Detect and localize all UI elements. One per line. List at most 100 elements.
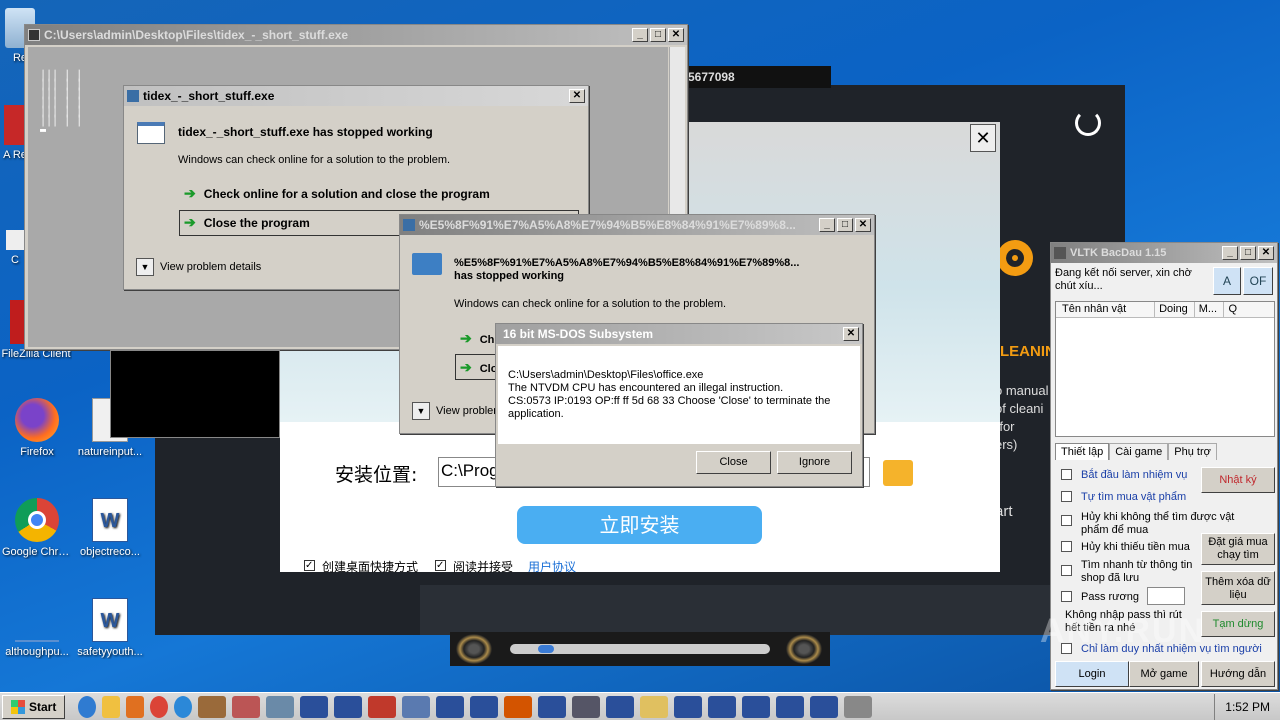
folder-icon[interactable] xyxy=(883,460,913,486)
maximize-button[interactable]: □ xyxy=(837,218,853,232)
app-icon[interactable] xyxy=(470,695,499,718)
maximize-button[interactable]: □ xyxy=(650,28,666,42)
dialog-titlebar[interactable]: %E5%8F%91%E7%A5%A8%E7%94%B5%E8%84%91%E7%… xyxy=(400,215,874,235)
app-icon[interactable] xyxy=(334,695,363,718)
dialog-title: 16 bit MS-DOS Subsystem xyxy=(503,327,654,341)
green-arrow-icon: ➔ xyxy=(460,359,472,375)
option-label: Check online for a solution and close th… xyxy=(203,187,490,201)
ie-icon[interactable] xyxy=(78,695,97,718)
maximize-button[interactable]: □ xyxy=(1240,246,1256,260)
close-button[interactable]: ✕ xyxy=(569,89,585,103)
app-icon xyxy=(6,230,24,250)
minimize-button[interactable]: _ xyxy=(1222,246,1238,260)
column-header[interactable]: Doing xyxy=(1155,302,1195,317)
install-now-button[interactable]: 立即安装 xyxy=(517,506,762,544)
watermark: ANY.RUN xyxy=(1040,612,1206,650)
app-icon[interactable] xyxy=(674,695,703,718)
desktop-icon-label: Google Chrome xyxy=(2,546,72,558)
tab-phu-tro[interactable]: Phụ trợ xyxy=(1168,443,1217,460)
app-icon[interactable] xyxy=(300,695,329,718)
app-icon[interactable] xyxy=(436,695,465,718)
vltk-titlebar[interactable]: VLTK BacDau 1.15 _ □ ✕ xyxy=(1051,243,1277,263)
app-icon xyxy=(4,105,26,145)
close-button[interactable]: Close xyxy=(696,451,771,474)
desktop-shortcut-checkbox[interactable]: ✓ xyxy=(304,560,315,571)
dat-gia-button[interactable]: Đặt giá mua chạy tìm xyxy=(1201,533,1275,565)
app-icon[interactable] xyxy=(266,695,295,718)
opt-checkbox[interactable] xyxy=(1061,515,1072,526)
console-titlebar[interactable]: C:\Users\admin\Desktop\Files\tidex_-_sho… xyxy=(25,25,687,45)
of-button[interactable]: OF xyxy=(1243,267,1273,295)
app-icon[interactable] xyxy=(776,695,805,718)
clock[interactable]: 1:52 PM xyxy=(1225,700,1270,714)
view-details-toggle[interactable]: ▼ View problem xyxy=(412,402,502,420)
seek-handle[interactable] xyxy=(538,645,554,653)
agreement-link[interactable]: 用户协议 xyxy=(528,558,576,575)
close-button[interactable]: ✕ xyxy=(855,218,871,232)
app-icon xyxy=(403,219,415,231)
a-button[interactable]: A xyxy=(1213,267,1241,295)
opt-checkbox[interactable] xyxy=(1061,469,1072,480)
app-icon[interactable] xyxy=(402,695,431,718)
minimize-button[interactable]: _ xyxy=(819,218,835,232)
view-details-toggle[interactable]: ▼ View problem details xyxy=(136,258,261,276)
ignore-button[interactable]: Ignore xyxy=(777,451,852,474)
them-xoa-button[interactable]: Thêm xóa dữ liệu xyxy=(1201,571,1275,605)
tab-cai-game[interactable]: Cài game xyxy=(1109,443,1169,460)
huong-dan-button[interactable]: Hướng dẫn xyxy=(1201,661,1275,687)
opt-checkbox[interactable] xyxy=(1061,591,1072,602)
cleaner-text-1: o manual xyxy=(995,383,1049,398)
opt-checkbox[interactable] xyxy=(1061,491,1072,502)
app-icon[interactable] xyxy=(504,695,533,718)
check-online-option[interactable]: ➔ Check online for a solution and close t… xyxy=(184,185,490,202)
check-online-option[interactable]: ➔ Ch xyxy=(460,330,494,347)
tam-dung-button[interactable]: Tạm dừng xyxy=(1201,611,1275,637)
column-header[interactable]: Tên nhân vật xyxy=(1056,302,1156,317)
app-icon[interactable] xyxy=(844,695,873,718)
desktop-icon-safetyyouth[interactable]: W safetyyouth... xyxy=(75,598,145,659)
desktop-icon-chrome[interactable]: Google Chrome xyxy=(2,498,72,559)
close-button[interactable]: ✕ xyxy=(843,327,859,341)
desktop-icon-althoughpu[interactable]: althoughpu... xyxy=(2,598,72,659)
close-button[interactable]: ✕ xyxy=(1258,246,1274,260)
close-button[interactable]: ✕ xyxy=(668,28,684,42)
app-icon[interactable] xyxy=(368,695,397,718)
desktop-icon-firefox[interactable]: Firefox xyxy=(2,398,72,459)
app-icon[interactable] xyxy=(606,695,635,718)
chevron-down-icon: ▼ xyxy=(136,258,154,276)
seek-bar[interactable] xyxy=(510,644,770,654)
dialog-titlebar[interactable]: tidex_-_short_stuff.exe ✕ xyxy=(124,86,588,106)
accept-checkbox[interactable]: ✓ xyxy=(435,560,446,571)
tab-thiet-lap[interactable]: Thiết lập xyxy=(1055,443,1110,460)
app-icon[interactable] xyxy=(640,695,669,718)
minimize-button[interactable]: _ xyxy=(632,28,648,42)
app-icon[interactable] xyxy=(708,695,737,718)
nhat-ky-button[interactable]: Nhật ký xyxy=(1201,467,1275,493)
dos-line3: CS:0573 IP:0193 OP:ff ff 5d 68 33 Choose… xyxy=(508,395,831,407)
dialog-titlebar[interactable]: 16 bit MS-DOS Subsystem ✕ xyxy=(496,324,862,344)
app-icon[interactable] xyxy=(810,695,839,718)
installer-close-button[interactable]: ✕ xyxy=(970,124,996,152)
app-icon[interactable] xyxy=(232,695,261,718)
app-icon[interactable] xyxy=(572,695,601,718)
column-header[interactable]: M... xyxy=(1195,302,1225,317)
media-icon[interactable] xyxy=(126,695,145,718)
app-icon[interactable] xyxy=(198,695,227,718)
system-tray: 1:52 PM xyxy=(1214,694,1280,720)
app-icon[interactable] xyxy=(742,695,771,718)
power-icon[interactable] xyxy=(1075,110,1101,136)
login-button[interactable]: Login xyxy=(1055,661,1129,687)
edge-icon[interactable] xyxy=(174,695,193,718)
app-icon[interactable] xyxy=(538,695,567,718)
windows-logo-icon xyxy=(11,699,25,714)
opt-checkbox[interactable] xyxy=(1061,565,1072,576)
start-button[interactable]: Start xyxy=(2,694,66,719)
chrome-icon[interactable] xyxy=(150,695,169,718)
desktop-icon-objectreco[interactable]: W objectreco... xyxy=(75,498,145,559)
mo-game-button[interactable]: Mở game xyxy=(1129,661,1199,687)
opt-checkbox[interactable] xyxy=(1061,541,1072,552)
explorer-icon[interactable] xyxy=(102,695,121,718)
column-header[interactable]: Q xyxy=(1224,302,1274,317)
pass-input[interactable] xyxy=(1147,587,1185,605)
desktop-icon-label: objectreco... xyxy=(80,546,140,558)
